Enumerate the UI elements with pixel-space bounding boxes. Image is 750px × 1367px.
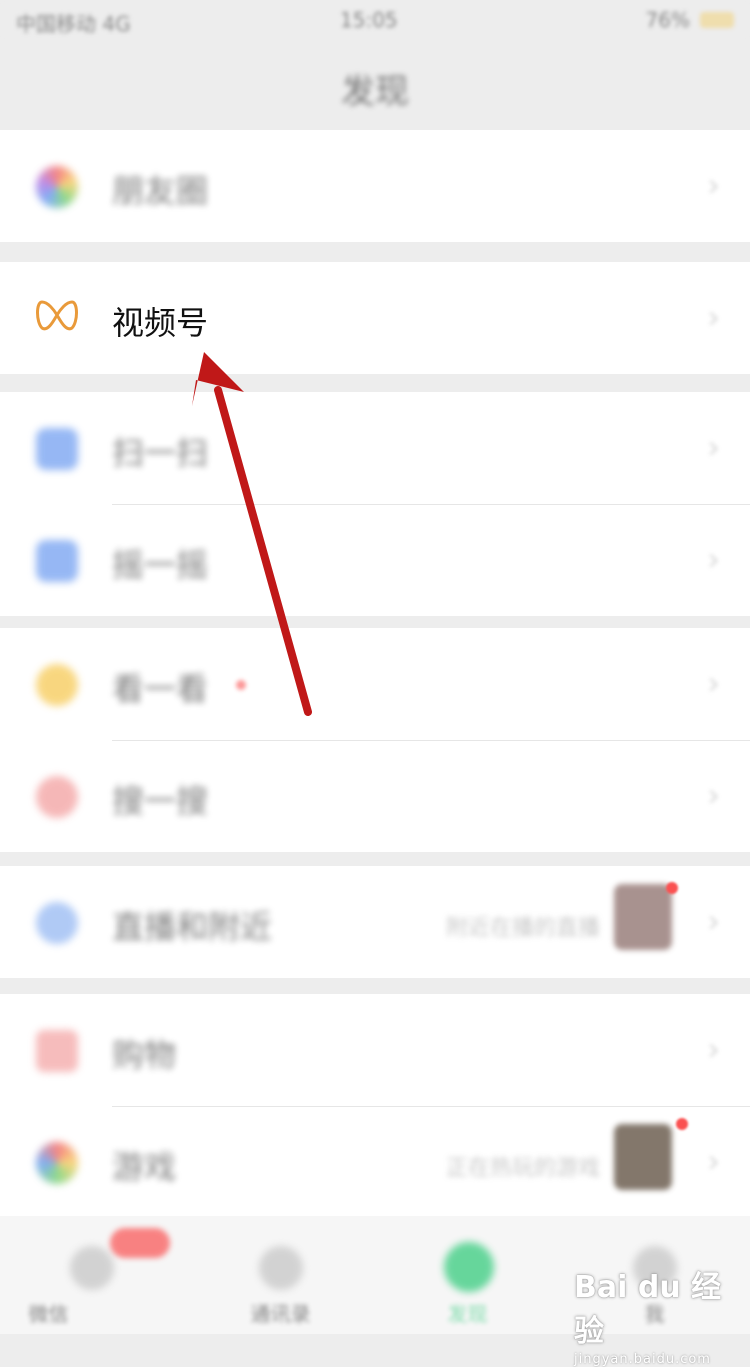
chevron-right-icon: › [707,1142,720,1180]
watermark-brand: Bai du 经验 [574,1270,722,1349]
list-item-label: 扫一扫 [112,434,209,472]
list-item-label: 购物 [112,1036,177,1074]
group-scan: 扫一扫 › 摇一摇 › [0,392,750,616]
group-channels: 视频号 › [0,262,750,374]
group-discover: 看一看 › 搜一搜 › [0,628,750,852]
chat-icon [70,1246,114,1290]
group-nearby: 直播和附近 附近在播的直播 › [0,866,750,978]
list-item-label: 朋友圈 [112,172,209,210]
status-bar: 中国移动 4G 15:05 76% [0,0,750,40]
top-stories-icon [36,664,78,706]
chevron-right-icon: › [707,166,720,204]
list-item-shopping[interactable]: 购物 › [0,994,750,1106]
new-dot-badge [236,680,246,690]
tab-label: 微信 [28,1302,69,1326]
list-item-nearby[interactable]: 直播和附近 附近在播的直播 › [0,866,750,978]
battery-icon [700,12,734,28]
list-item-label: 看一看 [112,670,209,708]
list-item-moments[interactable]: 朋友圈 › [0,130,750,242]
list-item-games[interactable]: 游戏 正在热玩的游戏 › [0,1106,750,1218]
list-item-channels[interactable]: 视频号 › [0,262,750,374]
watermark-url: jingyan.baidu.com [574,1352,711,1367]
group-moments: 朋友圈 › [0,130,750,242]
chevron-right-icon: › [707,540,720,578]
shake-icon [36,540,78,582]
group-shopping-games: 购物 › 游戏 正在热玩的游戏 › [0,994,750,1218]
search-icon [36,776,78,818]
contacts-icon [259,1246,303,1290]
unread-badge [110,1228,170,1258]
games-icon [36,1142,78,1184]
list-item-scan[interactable]: 扫一扫 › [0,392,750,504]
list-item-subtext: 附近在播的直播 [445,916,600,941]
tab-chats[interactable]: 微信 [0,1216,187,1334]
watermark: Bai du 经验 jingyan.baidu.com [574,1262,750,1367]
clock: 15:05 [340,8,398,32]
discover-icon [444,1242,494,1292]
tab-contacts[interactable]: 通讯录 [187,1216,374,1334]
list-item-subtext: 正在热玩的游戏 [445,1156,600,1181]
chevron-right-icon: › [707,298,720,336]
avatar [614,1124,672,1190]
chevron-right-icon: › [707,776,720,814]
channels-icon [34,292,80,338]
status-right: 76% [646,8,734,32]
nearby-icon [36,902,78,944]
moments-icon [36,166,78,208]
chevron-right-icon: › [707,428,720,466]
avatar [614,884,672,950]
tab-discover[interactable]: 发现 [374,1216,561,1334]
chevron-right-icon: › [707,902,720,940]
list-item-shake[interactable]: 摇一摇 › [0,504,750,616]
tab-label: 通讯录 [250,1302,311,1326]
shopping-icon [36,1030,78,1072]
carrier: 中国移动 4G [16,12,131,36]
list-item-label: 直播和附近 [112,908,273,946]
scan-icon [36,428,78,470]
chevron-right-icon: › [707,664,720,702]
tab-label: 发现 [447,1302,488,1326]
red-dot-badge [676,1118,688,1130]
battery-level: 76% [645,8,690,32]
list-item-search[interactable]: 搜一搜 › [0,740,750,852]
red-dot-badge [666,882,678,894]
list-item-label: 摇一摇 [112,546,209,584]
page-title: 发现 [341,72,409,112]
list-item-label: 视频号 [112,304,209,342]
nav-bar: 发现 [0,40,750,128]
list-item-label: 搜一搜 [112,782,209,820]
list-item-label: 游戏 [112,1148,177,1186]
chevron-right-icon: › [707,1030,720,1068]
list-item-top-stories[interactable]: 看一看 › [0,628,750,740]
